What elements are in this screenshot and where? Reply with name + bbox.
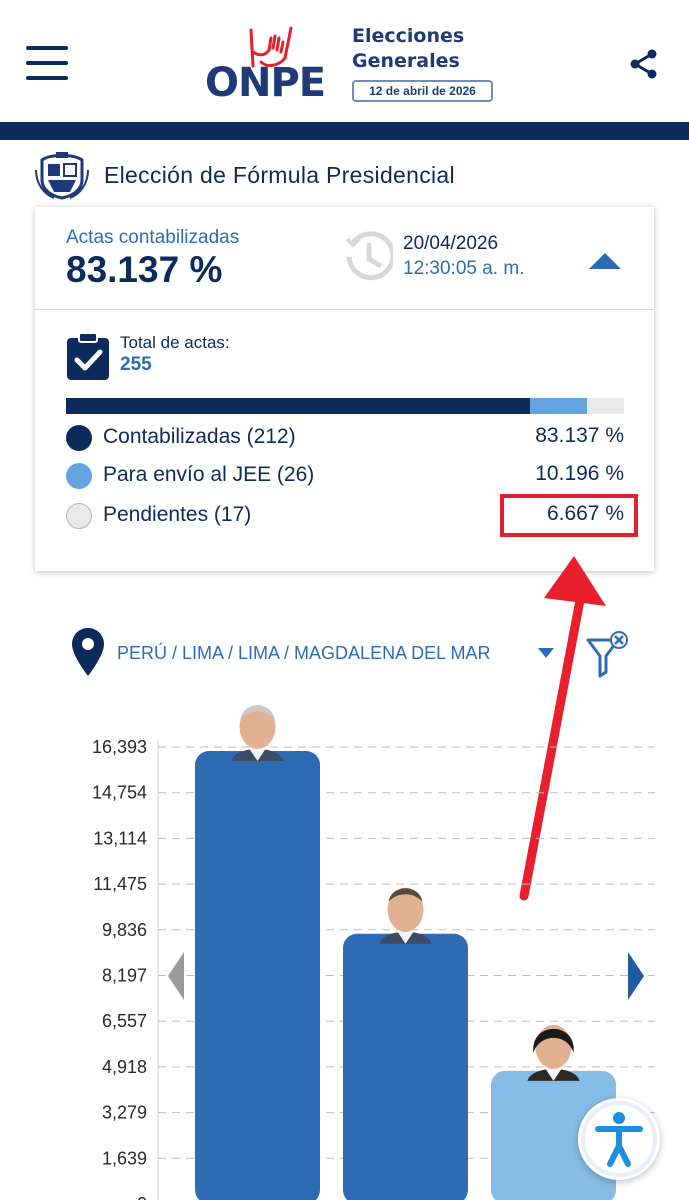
progress-segment xyxy=(587,398,624,414)
legend-label: Pendientes (17) xyxy=(103,503,252,526)
onpe-logo[interactable]: ONPE xyxy=(205,22,345,106)
legend-dot xyxy=(66,503,92,529)
filter-clear-icon xyxy=(586,631,628,678)
total-actas-value: 255 xyxy=(120,354,152,375)
y-tick-label: 16,393 xyxy=(92,737,147,757)
accessibility-icon xyxy=(581,1101,657,1177)
brand-name: ONPE xyxy=(205,60,326,106)
hamburger-icon xyxy=(26,46,68,50)
chevron-right-icon[interactable] xyxy=(628,952,644,1000)
clock-icon xyxy=(345,231,393,281)
hamburger-icon-line xyxy=(26,76,68,80)
triangle-up-icon xyxy=(589,253,621,269)
collapse-button[interactable] xyxy=(585,247,625,273)
update-time: 12:30:05 a. m. xyxy=(403,258,525,279)
section-header: Elección de Fórmula Presidencial xyxy=(34,150,455,200)
chevron-down-icon[interactable] xyxy=(537,646,555,660)
actas-percent: 83.137 % xyxy=(66,249,223,290)
menu-button[interactable] xyxy=(26,44,70,82)
location-selector: PERÚ / LIMA / LIMA / MAGDALENA DEL MAR xyxy=(70,626,630,680)
clear-filter-button[interactable] xyxy=(585,628,631,680)
coat-of-arms-icon xyxy=(35,152,89,200)
y-tick-label: 9,836 xyxy=(102,920,147,940)
actas-summary-card: Actas contabilizadas 83.137 % 20/04/2026… xyxy=(35,207,654,571)
legend-value: 83.137 % xyxy=(535,424,624,447)
hamburger-icon-line xyxy=(26,61,68,65)
next-arrow[interactable] xyxy=(628,952,644,1000)
share-icon xyxy=(630,49,657,79)
total-actas-label: Total de actas: xyxy=(120,333,230,352)
clipboard-check-icon xyxy=(67,332,109,380)
y-tick-label: 3,279 xyxy=(102,1103,147,1123)
y-tick-label: 6,557 xyxy=(102,1011,147,1031)
prev-arrow[interactable] xyxy=(168,952,184,1000)
chevron-left-icon[interactable] xyxy=(168,952,184,1000)
map-pin-icon[interactable] xyxy=(70,626,106,678)
progress-segment xyxy=(66,398,530,414)
progress-segment xyxy=(530,398,587,414)
legend-dot xyxy=(66,463,92,489)
election-title-line1: Elecciones xyxy=(352,25,465,47)
legend-row-jee: Para envío al JEE (26) 10.196 % xyxy=(66,460,624,490)
y-tick-label: 0 xyxy=(137,1194,147,1200)
section-title: Elección de Fórmula Presidencial xyxy=(104,161,455,188)
location-path[interactable]: PERÚ / LIMA / LIMA / MAGDALENA DEL MAR xyxy=(117,643,490,664)
election-date-badge: 12 de abril de 2026 xyxy=(352,80,493,102)
legend-value: 10.196 % xyxy=(535,462,624,485)
actas-card-header: Actas contabilizadas 83.137 % 20/04/2026… xyxy=(35,207,654,310)
y-tick-label: 11,475 xyxy=(93,874,147,894)
legend-dot xyxy=(66,425,92,451)
y-tick-label: 13,114 xyxy=(93,828,147,848)
app-header: ONPE Elecciones Generales 12 de abril de… xyxy=(0,0,689,122)
header-divider-bar xyxy=(0,122,689,140)
legend-label: Contabilizadas (212) xyxy=(103,425,296,448)
actas-label: Actas contabilizadas xyxy=(66,227,240,248)
legend-row-contabilizadas: Contabilizadas (212) 83.137 % xyxy=(66,422,624,452)
y-tick-label: 8,197 xyxy=(102,966,147,986)
bar[interactable] xyxy=(195,751,320,1200)
share-button[interactable] xyxy=(628,48,660,80)
update-date: 20/04/2026 xyxy=(403,233,499,254)
y-tick-label: 4,918 xyxy=(102,1057,147,1077)
accessibility-button[interactable] xyxy=(578,1098,660,1180)
y-tick-label: 14,754 xyxy=(92,783,147,803)
y-axis-ticks: 16,393 14,754 13,114 11,475 9,836 8,197 6,557 4… xyxy=(92,737,147,1200)
bar[interactable] xyxy=(343,933,468,1200)
election-info: Elecciones Generales 12 de abril de 2026 xyxy=(352,24,493,102)
election-title-line2: Generales xyxy=(352,50,460,72)
y-tick-label: 1,639 xyxy=(102,1148,147,1168)
legend-label: Para envío al JEE (26) xyxy=(103,463,315,486)
actas-progress-bar xyxy=(66,398,624,414)
highlight-box xyxy=(500,494,638,537)
